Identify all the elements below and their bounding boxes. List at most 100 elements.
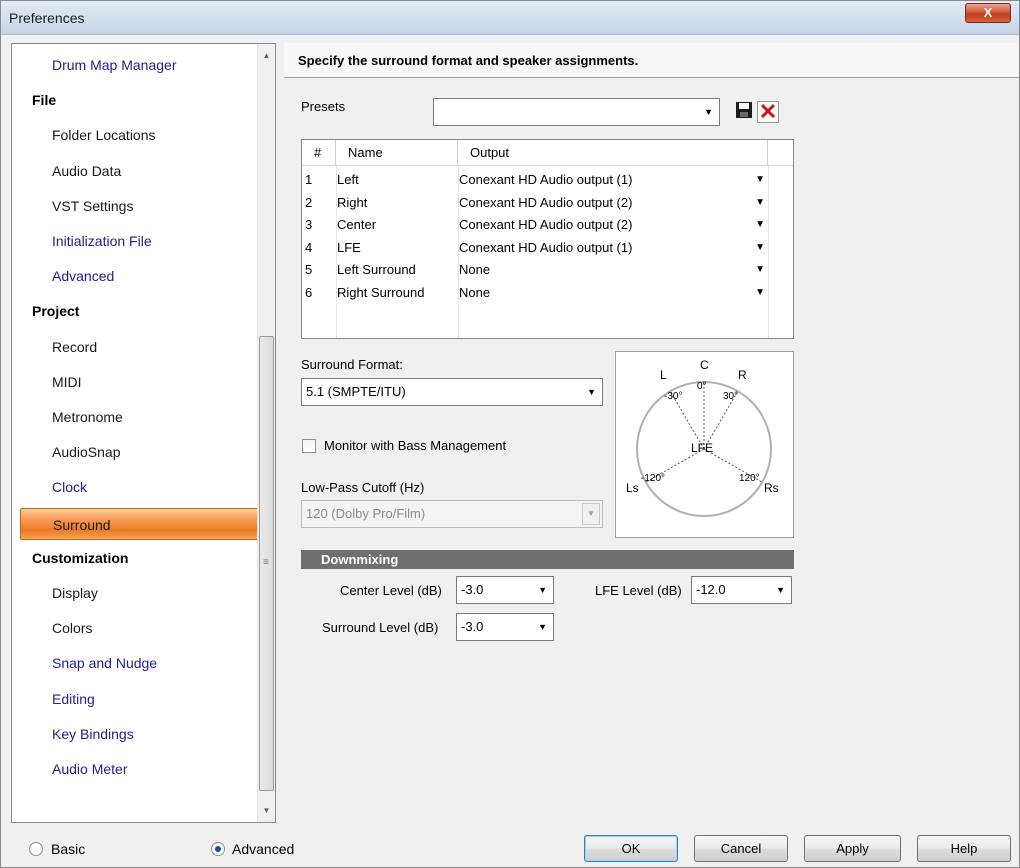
output-dropdown-icon[interactable]: ▼ <box>755 168 765 191</box>
tree-item-advanced[interactable]: Advanced <box>12 259 257 294</box>
cancel-button[interactable]: Cancel <box>694 835 788 862</box>
low-pass-label: Low-Pass Cutoff (Hz) <box>301 480 425 495</box>
chevron-down-icon: ▼ <box>704 107 713 117</box>
table-row[interactable]: 4 LFE Conexant HD Audio output (1) ▼ <box>302 236 793 259</box>
tree-item-midi[interactable]: MIDI <box>12 365 257 400</box>
delete-icon <box>760 103 776 119</box>
delete-preset-button[interactable] <box>757 101 779 123</box>
tree-item-key-bindings[interactable]: Key Bindings <box>12 717 257 752</box>
downmixing-section-header: Downmixing <box>301 550 794 569</box>
tree-item-vst-settings[interactable]: VST Settings <box>12 189 257 224</box>
lfe-level-value: -12.0 <box>696 582 726 597</box>
output-dropdown-icon[interactable]: ▼ <box>755 236 765 259</box>
tree-item-audio-meter[interactable]: Audio Meter <box>12 752 257 787</box>
cell-name: LFE <box>337 239 361 255</box>
scroll-up-icon[interactable]: ▲ <box>258 47 275 64</box>
cell-number: 2 <box>305 194 313 210</box>
tree-item-display[interactable]: Display <box>12 576 257 611</box>
advanced-radio[interactable] <box>211 842 225 856</box>
table-row[interactable]: 3 Center Conexant HD Audio output (2) ▼ <box>302 213 793 236</box>
ok-button[interactable]: OK <box>584 835 678 862</box>
tree-item-snap-and-nudge[interactable]: Snap and Nudge <box>12 646 257 681</box>
speaker-assignment-table: # Name Output 1 Left Conexant HD Audio out… <box>301 139 794 339</box>
cell-output[interactable]: None <box>459 258 490 281</box>
tree-item-audiosnap[interactable]: AudioSnap <box>12 435 257 470</box>
tree-item-editing[interactable]: Editing <box>12 682 257 717</box>
angle-left-surround-label: -120° <box>641 473 665 484</box>
tree-item-folder-locations[interactable]: Folder Locations <box>12 118 257 153</box>
angle-left-label: -30° <box>664 391 682 402</box>
angle-center-label: 0° <box>697 381 707 392</box>
table-header: # Name Output <box>302 140 793 166</box>
presets-label: Presets <box>301 99 346 114</box>
scroll-down-icon[interactable]: ▼ <box>258 802 275 819</box>
column-header-output: Output <box>458 140 768 166</box>
cell-name: Left <box>337 172 359 187</box>
monitor-bass-label: Monitor with Bass Management <box>324 438 507 453</box>
speaker-l-label: L <box>660 368 667 382</box>
table-row[interactable]: 2 Right Conexant HD Audio output (2) ▼ <box>302 191 793 214</box>
center-level-value: -3.0 <box>461 582 484 597</box>
window-title: Preferences <box>9 10 85 26</box>
speaker-r-label: R <box>738 368 747 382</box>
tree-item-initialization-file[interactable]: Initialization File <box>12 224 257 259</box>
column-header-number: # <box>302 140 336 166</box>
help-button[interactable]: Help <box>917 835 1011 862</box>
scroll-thumb[interactable]: ≡ <box>259 336 274 791</box>
cell-number: 4 <box>305 239 313 255</box>
basic-radio[interactable] <box>29 842 43 856</box>
speaker-ls-label: Ls <box>626 481 639 495</box>
surround-format-combo[interactable]: 5.1 (SMPTE/ITU) ▼ <box>301 378 603 406</box>
lfe-level-combo[interactable]: -12.0 ▼ <box>691 576 792 604</box>
close-button[interactable]: X <box>965 3 1011 23</box>
title-bar: Preferences X <box>1 1 1019 35</box>
tree-group-customization[interactable]: Customization <box>12 541 257 576</box>
chevron-down-icon: ▼ <box>538 585 547 595</box>
tree-item-audio-data[interactable]: Audio Data <box>12 154 257 189</box>
output-dropdown-icon[interactable]: ▼ <box>755 191 765 214</box>
lfe-level-label: LFE Level (dB) <box>595 583 682 598</box>
chevron-down-icon: ▼ <box>587 387 596 397</box>
tree-item-colors[interactable]: Colors <box>12 611 257 646</box>
surround-level-value: -3.0 <box>461 619 484 634</box>
table-row[interactable]: 5 Left Surround None ▼ <box>302 258 793 281</box>
output-dropdown-icon[interactable]: ▼ <box>755 258 765 281</box>
tree-item-clock[interactable]: Clock <box>12 470 257 505</box>
surround-panel: Specify the surround format and speaker … <box>284 43 1019 823</box>
apply-button[interactable]: Apply <box>804 835 901 862</box>
tree-group-file[interactable]: File <box>12 83 257 118</box>
center-level-combo[interactable]: -3.0 ▼ <box>456 576 554 604</box>
panel-header: Specify the surround format and speaker … <box>284 43 1019 78</box>
chevron-down-icon: ▼ <box>582 503 600 525</box>
speaker-c-label: C <box>700 358 709 372</box>
tree-scrollbar[interactable]: ▲ ≡ ▼ <box>257 44 275 822</box>
surround-level-label: Surround Level (dB) <box>322 620 439 635</box>
tree-item-drum-map-manager[interactable]: Drum Map Manager <box>12 48 257 83</box>
table-row[interactable]: 1 Left Conexant HD Audio output (1) ▼ <box>302 168 793 191</box>
presets-combo[interactable]: ▼ <box>433 98 720 126</box>
speaker-diagram: C L R 0° -30° 30° LFE -120° 120° Ls Rs <box>615 351 794 538</box>
cell-output[interactable]: Conexant HD Audio output (2) <box>459 213 632 236</box>
tree-item-surround[interactable]: Surround <box>20 507 260 540</box>
speaker-rs-label: Rs <box>764 481 779 495</box>
tree-item-metronome[interactable]: Metronome <box>12 400 257 435</box>
chevron-down-icon: ▼ <box>776 585 785 595</box>
surround-level-combo[interactable]: -3.0 ▼ <box>456 613 554 641</box>
basic-radio-label: Basic <box>51 841 86 857</box>
table-row[interactable]: 6 Right Surround None ▼ <box>302 281 793 304</box>
output-dropdown-icon[interactable]: ▼ <box>755 281 765 304</box>
cell-output[interactable]: None <box>459 281 490 304</box>
center-level-label: Center Level (dB) <box>340 583 442 598</box>
preferences-window: Preferences X Drum Map Manager File Folder… <box>0 0 1020 868</box>
save-preset-button[interactable] <box>733 101 755 123</box>
cell-name: Center <box>337 217 377 232</box>
tree-item-record[interactable]: Record <box>12 330 257 365</box>
tree-group-project[interactable]: Project <box>12 294 257 329</box>
cell-output[interactable]: Conexant HD Audio output (1) <box>459 236 632 259</box>
cell-output[interactable]: Conexant HD Audio output (1) <box>459 168 632 191</box>
monitor-bass-checkbox[interactable] <box>302 439 316 453</box>
cell-output[interactable]: Conexant HD Audio output (2) <box>459 191 632 214</box>
low-pass-value: 120 (Dolby Pro/Film) <box>306 506 426 521</box>
output-dropdown-icon[interactable]: ▼ <box>755 213 765 236</box>
cell-name: Right Surround <box>337 284 425 300</box>
